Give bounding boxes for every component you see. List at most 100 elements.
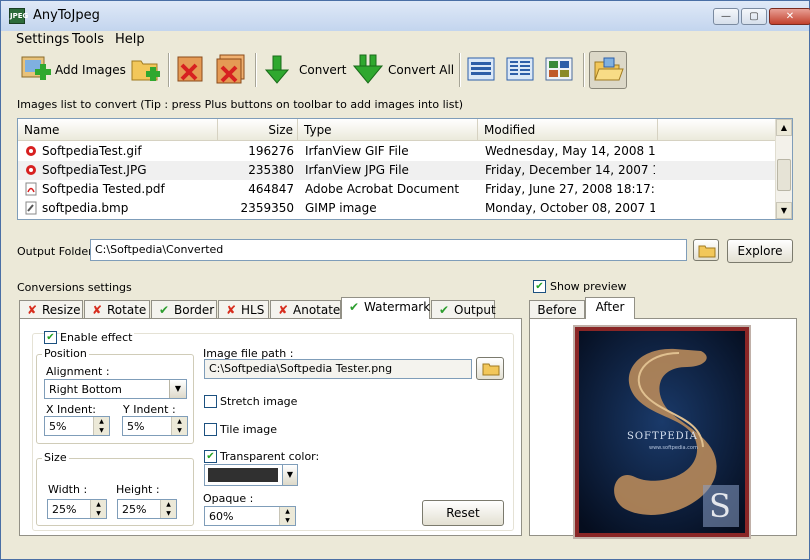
chevron-down-icon[interactable]: ▼ bbox=[169, 380, 186, 398]
list-header: Name Size Type Modified bbox=[18, 119, 776, 141]
view-details-button[interactable] bbox=[504, 52, 538, 88]
alignment-label: Alignment : bbox=[46, 365, 110, 378]
width-value: 25% bbox=[52, 503, 77, 516]
minimize-button[interactable]: — bbox=[713, 8, 739, 25]
transparent-color-label: Transparent color: bbox=[220, 450, 320, 463]
tab-label: Output bbox=[454, 303, 496, 317]
add-folder-button[interactable] bbox=[129, 52, 163, 88]
images-list[interactable]: Name Size Type Modified SoftpediaTest.gi… bbox=[17, 118, 793, 220]
show-preview-checkbox[interactable]: ✔ bbox=[533, 280, 546, 293]
y-indent-spinner[interactable]: 5% ▲ ▼ bbox=[122, 416, 188, 436]
tab-label: Resize bbox=[42, 303, 81, 317]
column-type[interactable]: Type bbox=[298, 119, 478, 141]
opaque-label: Opaque : bbox=[203, 492, 254, 505]
height-label: Height : bbox=[116, 483, 160, 496]
browse-image-button[interactable] bbox=[476, 357, 504, 380]
column-modified[interactable]: Modified bbox=[478, 119, 658, 141]
scroll-up-button[interactable]: ▲ bbox=[776, 119, 792, 136]
close-button[interactable]: ✕ bbox=[769, 8, 810, 25]
scroll-thumb[interactable] bbox=[777, 159, 791, 191]
x-indent-spinner[interactable]: 5% ▲ ▼ bbox=[44, 416, 110, 436]
toolbar: Add Images Convert Convert All bbox=[1, 49, 809, 93]
list-item[interactable]: SoftpediaTest.JPG 235380 IrfanView JPG F… bbox=[18, 161, 776, 180]
menu-help[interactable]: Help bbox=[115, 32, 145, 47]
convert-all-label: Convert All bbox=[388, 63, 455, 77]
add-images-button[interactable]: Add Images bbox=[17, 52, 127, 88]
spin-arrows-icon[interactable]: ▲ ▼ bbox=[279, 507, 295, 525]
opaque-value: 60% bbox=[209, 510, 234, 523]
opaque-spinner[interactable]: 60% ▲ ▼ bbox=[204, 506, 296, 526]
check-icon: ✔ bbox=[348, 300, 360, 314]
list-item[interactable]: softpedia.bmp 2359350 GIMP image Monday,… bbox=[18, 199, 776, 218]
file-size: 2359350 bbox=[240, 201, 294, 215]
image-path-input[interactable]: C:\Softpedia\Softpedia Tester.png bbox=[204, 359, 472, 379]
gimp-icon bbox=[25, 201, 37, 215]
tab-hls[interactable]: ✘ HLS bbox=[218, 300, 269, 319]
tab-watermark[interactable]: ✔ Watermark bbox=[341, 297, 430, 319]
file-name: SoftpediaTest.JPG bbox=[42, 163, 147, 177]
spin-arrows-icon[interactable]: ▲ ▼ bbox=[171, 417, 187, 435]
tab-border[interactable]: ✔ Border bbox=[151, 300, 217, 319]
menu-settings[interactable]: Settings bbox=[16, 32, 69, 47]
open-folder-button[interactable] bbox=[589, 51, 627, 89]
reset-button[interactable]: Reset bbox=[422, 500, 504, 526]
file-type: IrfanView GIF File bbox=[305, 144, 409, 158]
arrow-down-icon bbox=[264, 55, 290, 84]
spin-arrows-icon[interactable]: ▲ ▼ bbox=[90, 500, 106, 518]
remove-all-button[interactable] bbox=[214, 52, 248, 88]
tile-image-label: Tile image bbox=[220, 423, 278, 436]
remove-image-button[interactable] bbox=[174, 52, 208, 88]
check-icon: ✔ bbox=[438, 303, 450, 317]
tab-rotate[interactable]: ✘ Rotate bbox=[84, 300, 150, 319]
file-name: softpedia.bmp bbox=[42, 201, 129, 215]
tab-label: Before bbox=[537, 303, 577, 317]
toolbar-separator bbox=[168, 53, 170, 87]
convert-label: Convert bbox=[299, 63, 347, 77]
list-scrollbar[interactable]: ▲ ▼ bbox=[775, 119, 792, 219]
app-window: JPEG AnyToJpeg — ▢ ✕ Settings Tools Help… bbox=[0, 0, 810, 560]
explore-button[interactable]: Explore bbox=[727, 239, 793, 263]
column-size[interactable]: Size bbox=[218, 119, 298, 141]
show-preview-label: Show preview bbox=[550, 280, 627, 293]
file-modified: Friday, December 14, 2007 14... bbox=[485, 163, 655, 177]
chevron-down-icon[interactable]: ▼ bbox=[282, 464, 298, 486]
view-thumbnails-button[interactable] bbox=[543, 52, 577, 88]
conversions-settings-label: Conversions settings bbox=[17, 281, 132, 294]
browse-folder-button[interactable] bbox=[693, 239, 719, 261]
details-view-icon bbox=[506, 57, 534, 81]
scroll-down-button[interactable]: ▼ bbox=[776, 202, 792, 219]
stretch-image-label: Stretch image bbox=[220, 395, 298, 408]
enable-effect-checkbox[interactable]: ✔ bbox=[44, 331, 57, 344]
convert-all-button[interactable]: Convert All bbox=[353, 52, 455, 88]
height-spinner[interactable]: 25% ▲ ▼ bbox=[117, 499, 177, 519]
convert-button[interactable]: Convert bbox=[263, 52, 347, 88]
tile-image-checkbox[interactable] bbox=[204, 423, 217, 436]
tab-before[interactable]: Before bbox=[529, 300, 585, 319]
stretch-image-checkbox[interactable] bbox=[204, 395, 217, 408]
tab-output[interactable]: ✔ Output bbox=[431, 300, 496, 319]
width-spinner[interactable]: 25% ▲ ▼ bbox=[47, 499, 107, 519]
tab-resize[interactable]: ✘ Resize bbox=[19, 300, 83, 319]
menu-tools[interactable]: Tools bbox=[72, 32, 104, 47]
spin-arrows-icon[interactable]: ▲ ▼ bbox=[160, 500, 176, 518]
alignment-select[interactable]: Right Bottom ▼ bbox=[44, 379, 187, 399]
list-view-icon bbox=[467, 57, 495, 81]
tab-after[interactable]: After bbox=[585, 297, 635, 319]
irfanview-icon bbox=[26, 146, 36, 156]
list-item[interactable]: Softpedia Tested.pdf 464847 Adobe Acroba… bbox=[18, 180, 776, 199]
folder-icon bbox=[482, 363, 500, 376]
view-list-button[interactable] bbox=[465, 52, 499, 88]
file-name: Softpedia Tested.pdf bbox=[42, 182, 165, 196]
transparent-color-checkbox[interactable]: ✔ bbox=[204, 450, 217, 463]
maximize-button[interactable]: ▢ bbox=[741, 8, 767, 25]
column-name[interactable]: Name bbox=[18, 119, 218, 141]
file-type: Adobe Acrobat Document bbox=[305, 182, 460, 196]
toolbar-separator bbox=[583, 53, 585, 87]
spin-arrows-icon[interactable]: ▲ ▼ bbox=[93, 417, 109, 435]
list-item[interactable]: SoftpediaTest.gif 196276 IrfanView GIF F… bbox=[18, 142, 776, 161]
output-folder-input[interactable]: C:\Softpedia\Converted bbox=[90, 239, 687, 261]
folder-icon bbox=[698, 245, 716, 258]
menu-bar: Settings Tools Help bbox=[1, 31, 809, 49]
irfanview-icon bbox=[26, 165, 36, 175]
tab-anotate[interactable]: ✘ Anotate bbox=[270, 300, 341, 319]
